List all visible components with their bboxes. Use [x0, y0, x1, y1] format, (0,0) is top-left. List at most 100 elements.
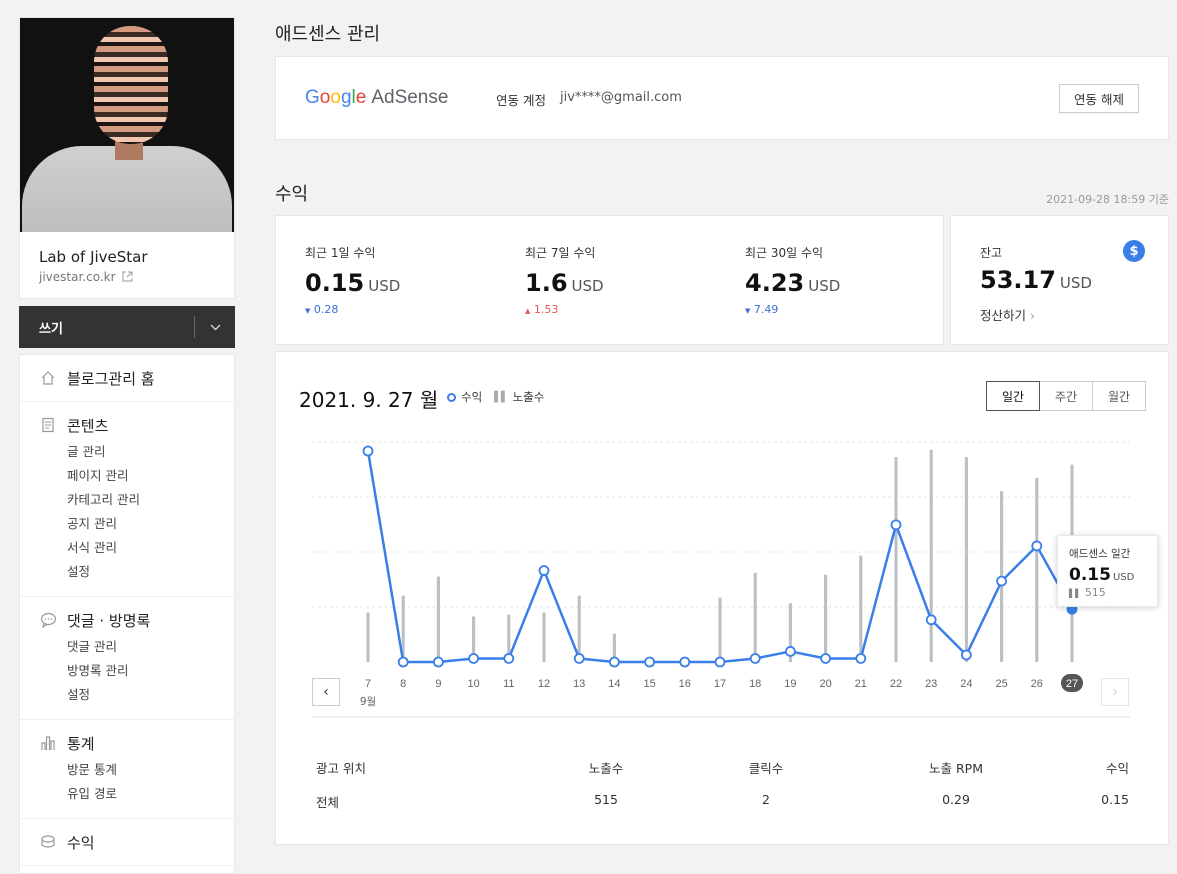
menu-title[interactable]: 통계	[20, 732, 234, 754]
revenue-point	[608, 656, 620, 668]
triangle-up-icon: ▲	[525, 307, 531, 315]
table-cell: 2	[762, 792, 770, 807]
x-tick-label: 18	[749, 678, 761, 690]
menu-title[interactable]: 댓글 · 방명록	[20, 609, 234, 631]
account-value: jiv****@gmail.com	[560, 90, 682, 105]
menu-item[interactable]: 공지 관리	[20, 512, 234, 536]
revenue-point	[749, 653, 761, 664]
blog-url-link[interactable]: jivestar.co.kr	[20, 266, 234, 298]
x-tick-label: 23	[925, 678, 937, 690]
tab-daily[interactable]: 일간	[986, 381, 1040, 411]
blog-profile-card: Lab of JiveStar jivestar.co.kr	[19, 17, 235, 299]
revenue-value: 1.6	[525, 269, 568, 297]
x-tick-label: 17	[714, 678, 726, 690]
table-header-cell: 수익	[1105, 761, 1129, 776]
revenue-change: 0.28	[313, 303, 339, 316]
menu-title-label: 콘텐츠	[67, 416, 109, 435]
menu-title[interactable]: 블로그관리 홈	[20, 367, 234, 389]
google-adsense-logo: Google AdSense	[305, 87, 449, 108]
revenue-point	[785, 646, 796, 657]
x-tick-label: 9	[435, 678, 441, 690]
write-label: 쓰기	[39, 321, 63, 337]
chart-next-button[interactable]: ›	[1101, 678, 1129, 706]
revenue-point	[432, 656, 444, 668]
account-label: 연동 계정	[496, 93, 546, 108]
document-icon	[39, 416, 57, 434]
chart-prev-button[interactable]: ‹	[312, 678, 340, 706]
table-cell: 515	[594, 792, 618, 807]
home-icon	[39, 369, 57, 387]
chevron-down-icon[interactable]	[195, 320, 235, 334]
triangle-down-icon: ▼	[745, 307, 751, 315]
revenue-point	[538, 565, 550, 576]
comment-icon	[39, 611, 57, 629]
x-tick-label: 11	[503, 678, 514, 690]
table-cell: 0.15	[1101, 792, 1129, 807]
menu-item[interactable]: 서식 관리	[20, 536, 234, 560]
menu-item[interactable]: 방명록 관리	[20, 659, 234, 683]
x-tick-label: 16	[679, 678, 691, 690]
x-tick-label: 8	[400, 678, 406, 690]
table-header-cell: 광고 위치	[316, 761, 366, 776]
revenue-summary-card: 최근 1일 수익 0.15 USD ▼ 0.28 최근 7일 수익 1.6 USD …	[275, 215, 944, 345]
menu-title[interactable]: 콘텐츠	[20, 414, 234, 436]
revenue-point	[714, 656, 726, 668]
revenue-point	[468, 653, 480, 664]
settle-link[interactable]: 정산하기 ›	[980, 305, 1035, 324]
chart-tooltip: 애드센스 일간 0.15 USD ▌▌ 515	[1057, 535, 1158, 607]
x-tick-label: 15	[643, 678, 655, 690]
menu-item[interactable]: 글 관리	[20, 440, 234, 464]
x-tick-label: 24	[960, 678, 972, 690]
write-button[interactable]: 쓰기	[19, 306, 235, 348]
revenue-point	[855, 653, 867, 664]
menu-item[interactable]: 페이지 관리	[20, 464, 234, 488]
unlink-button[interactable]: 연동 해제	[1059, 84, 1139, 113]
revenue-value: 0.15	[305, 269, 365, 297]
bar-chart-icon	[39, 734, 57, 752]
menu-title-label: 수익	[67, 833, 95, 852]
as-of-timestamp: 2021-09-28 18:59 기준	[1046, 193, 1169, 206]
revenue-change: 7.49	[753, 303, 779, 316]
tooltip-title: 애드센스 일간	[1069, 548, 1131, 560]
revenue-unit: USD	[571, 277, 604, 295]
revenue-point	[996, 575, 1007, 587]
menu-group: 수익	[20, 819, 234, 866]
balance-label: 잔고	[980, 246, 1003, 260]
blog-url-text[interactable]: jivestar.co.kr	[39, 270, 116, 284]
menu-item[interactable]: 설정	[20, 560, 234, 584]
legend-revenue-marker	[447, 392, 456, 402]
legend-impressions-label: 노출수	[512, 390, 545, 404]
revenue-change: 1.53	[533, 303, 559, 316]
external-link-icon	[122, 271, 133, 282]
revenue-7day: 최근 7일 수익 1.6 USD ▲ 1.53	[525, 244, 604, 316]
x-tick-label: 13	[573, 678, 585, 690]
revenue-label: 최근 1일 수익	[305, 246, 376, 260]
menu-title[interactable]: 수익	[20, 831, 234, 853]
revenue-point	[503, 653, 515, 664]
revenue-point	[1031, 540, 1043, 552]
chart-legend: 수익 ▌▌ 노출수	[447, 389, 544, 405]
revenue-chart-card: 7 8 9 10 11 12 13 14 15 16 17 18 19 20 21 22 23 24 25 26 27 9…	[275, 351, 1169, 845]
coin-icon	[39, 833, 57, 851]
menu-item[interactable]: 댓글 관리	[20, 635, 234, 659]
menu-title-label: 블로그관리 홈	[67, 369, 155, 388]
menu-item[interactable]: 카테고리 관리	[20, 488, 234, 512]
balance-unit: USD	[1059, 274, 1092, 292]
table-cell: 전체	[316, 795, 340, 810]
tab-weekly[interactable]: 주간	[1039, 381, 1093, 411]
blog-name[interactable]: Lab of JiveStar	[20, 232, 234, 266]
x-tick-label: 10	[467, 678, 479, 690]
blog-avatar[interactable]	[20, 18, 234, 232]
menu-item[interactable]: 유입 경로	[20, 782, 234, 806]
x-tick-label: 26	[1031, 678, 1043, 690]
balance-value: 53.17	[980, 266, 1056, 294]
table-header-cell: 클릭수	[748, 761, 784, 776]
menu-item[interactable]: 방문 통계	[20, 758, 234, 782]
x-tick-label: 20	[819, 678, 831, 690]
bars-icon: ▌▌	[1069, 589, 1082, 598]
tab-monthly[interactable]: 월간	[1092, 381, 1146, 411]
balance-card: 잔고 $ 53.17 USD 정산하기 ›	[950, 215, 1169, 345]
x-tick-label: 14	[608, 678, 620, 690]
x-tick-label: 27	[1066, 678, 1078, 690]
menu-item[interactable]: 설정	[20, 683, 234, 707]
